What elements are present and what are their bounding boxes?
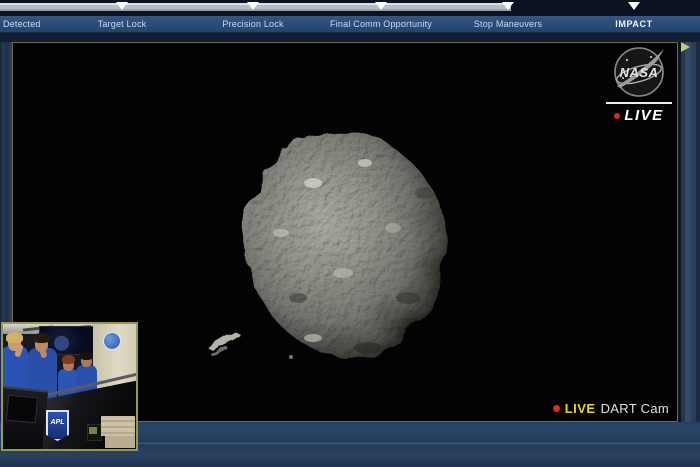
camera-name: DART Cam [601,401,669,416]
phase-marker-icon [375,2,387,10]
phase-label-impact: IMPACT [615,19,652,29]
desk-papers [101,416,135,436]
laptop-screen [89,427,97,434]
phase-label-target-lock: Target Lock [98,19,147,29]
pip-mission-control: APL [1,322,138,451]
person-4-hair [80,351,93,360]
background-right-strip [678,0,700,467]
live-indicator-dot [614,113,620,119]
phase-marker-icon [247,2,259,10]
corner-arrow-icon [681,42,690,52]
person-1-hair [6,332,23,343]
debris-fragment [206,330,239,356]
apl-logo-text: APL [51,419,65,441]
phase-marker-icon [628,2,640,10]
camera-live-label: LIVE [565,401,596,416]
timeline-lower-band [0,33,700,42]
phase-marker-icon [116,2,128,10]
timeline-label-band: Detected Target Lock Precision Lock Fina… [0,16,700,33]
phase-marker-icon [502,2,514,10]
camera-live-dot-icon [553,405,560,412]
person-2-hair [33,333,50,343]
phase-label-precision-lock: Precision Lock [222,19,283,29]
nasa-divider-line [606,102,672,104]
camera-badge: LIVE DART Cam [553,401,669,416]
live-badge: LIVE [624,107,663,124]
nasa-live-bug: NASA LIVE [604,44,674,124]
nasa-logo-icon: NASA [611,44,667,100]
broadcast-screen: Detected Target Lock Precision Lock Fina… [0,0,700,467]
person-3-hair [62,355,75,364]
phase-label-detected: Detected [3,19,41,29]
nasa-wordmark: NASA [620,65,659,80]
apl-logo-shield: APL [46,410,69,441]
desk-papers [105,436,135,448]
mission-timeline: Detected Target Lock Precision Lock Fina… [0,0,700,42]
phase-label-final-comm: Final Comm Opportunity [330,19,432,29]
wall-nasa-logo-icon [104,333,120,349]
console-monitor [6,395,38,424]
phase-label-stop-maneuvers: Stop Maneuvers [474,19,542,29]
